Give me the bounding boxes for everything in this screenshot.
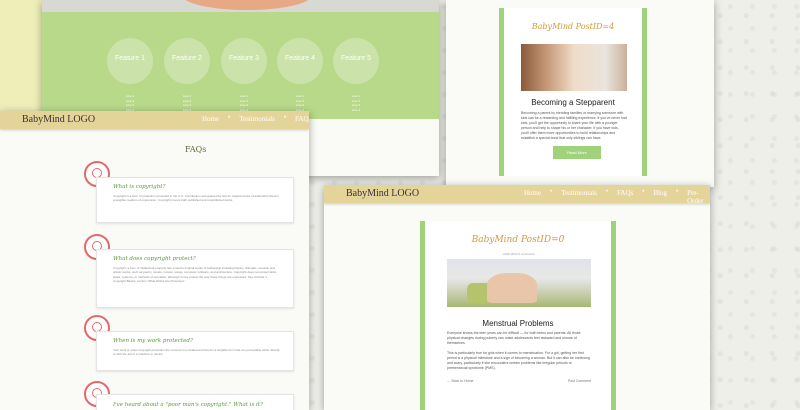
nav-separator: • (283, 115, 287, 121)
nav-blog[interactable]: Blog (653, 189, 667, 205)
feature-circle-2[interactable]: Feature 2 (164, 38, 210, 84)
feature-label: Feature 1 (115, 55, 145, 62)
nav-faqs[interactable]: FAQs (295, 115, 309, 131)
nav-separator: • (675, 189, 679, 195)
faq-card: What does copyright protect? Copyright, … (96, 249, 294, 308)
faq-card: What is copyright? Copyright is a form o… (96, 177, 294, 223)
faq-card: I've heard about a "poor man's copyright… (96, 394, 294, 410)
nav-home[interactable]: Home (524, 189, 541, 205)
feature-circle-5[interactable]: Feature 5 (333, 38, 379, 84)
post-title: BabyMind PostID=0 (471, 235, 565, 245)
nav-menu: Home• Testimonials• FAQs• Blog• Pre-Orde… (202, 115, 309, 131)
post-meta: - 2019-2019 0 comments (501, 252, 535, 256)
post-card: BabyMind PostID=0 - 2019-2019 0 comments… (420, 221, 616, 410)
faq-question: What does copyright protect? (113, 256, 196, 262)
baby-leg (487, 273, 537, 303)
nav-separator: • (550, 189, 553, 195)
nav-testimonials[interactable]: Testimonials (239, 115, 275, 131)
nav-home[interactable]: Home (202, 115, 219, 131)
feature-label: Feature 4 (285, 55, 315, 62)
feature-line: Line 4 (351, 107, 361, 112)
faq-question: What is copyright? (113, 184, 166, 190)
feature-list-4: Line 1 Line 2 Line 3 Line 4 (277, 94, 323, 112)
nav-menu: Home • Testimonials • FAQs • Blog • Pre-Orde… (524, 189, 710, 205)
hero-image (42, 0, 439, 12)
faq-answer: Copyright, a form of intellectual proper… (113, 266, 277, 284)
feature-list-2: Line 1 Line 2 Line 3 Line 4 (164, 94, 210, 112)
article-headline: Menstrual Problems (482, 319, 554, 328)
feature-list-1: Line 1 Line 2 Line 3 Line 4 (107, 94, 153, 112)
navbar: BabyMind LOGO Home • Testimonials • FAQs • … (324, 185, 710, 205)
nav-separator: • (228, 115, 231, 121)
feature-circle-1[interactable]: Feature 1 (107, 38, 153, 84)
feature-circle-3[interactable]: Feature 3 (221, 38, 267, 84)
site-logo[interactable]: BabyMind LOGO (22, 114, 95, 125)
nav-separator: • (642, 189, 645, 195)
nav-faqs[interactable]: FAQs (617, 189, 633, 205)
article-headline: Becoming a Stepparent (531, 98, 615, 107)
faq-card: When is my work protected? Your work is … (96, 331, 294, 371)
navbar: BabyMind LOGO Home• Testimonials• FAQs• … (0, 111, 309, 129)
post4-page-screenshot: BabyMind PostID=4 Becoming a Stepparent … (446, 0, 714, 187)
faq-page-screenshot: BabyMind LOGO Home• Testimonials• FAQs• … (0, 111, 309, 410)
article-body: Becoming a parent by blending families o… (521, 111, 627, 140)
back-to-home-link[interactable]: ← Back to Home (447, 379, 473, 383)
feature-label: Feature 3 (229, 55, 259, 62)
faq-answer: Your work is under copyright protection … (113, 348, 280, 357)
read-more-button[interactable]: Read More (553, 146, 601, 159)
site-logo[interactable]: BabyMind LOGO (346, 188, 419, 199)
article-body: Everyone knows the teen years can be dif… (447, 331, 581, 345)
faq-question: I've heard about a "poor man's copyright… (113, 402, 263, 408)
feature-list-3: Line 1 Line 2 Line 3 Line 4 (221, 94, 267, 112)
nav-testimonials[interactable]: Testimonials (561, 189, 597, 205)
faq-question: When is my work protected? (113, 338, 193, 344)
feature-circle-4[interactable]: Feature 4 (277, 38, 323, 84)
post0-page-screenshot: BabyMind LOGO Home • Testimonials • FAQs • … (324, 185, 710, 410)
features-section: Feature 1 Feature 2 Feature 3 Feature 4 … (42, 12, 439, 119)
nav-separator: • (605, 189, 609, 195)
feature-label: Feature 2 (172, 55, 202, 62)
post-photo (521, 44, 627, 91)
hero-baby-photo (182, 0, 312, 10)
post-card: BabyMind PostID=4 Becoming a Stepparent … (499, 8, 647, 176)
faq-answer: Copyright is a form of protection ground… (113, 194, 279, 203)
post-photo (447, 259, 591, 307)
feature-label: Feature 5 (341, 55, 371, 62)
article-body: This is particularly true for girls when… (447, 351, 590, 370)
feature-list-5: Line 1 Line 2 Line 3 Line 4 (333, 94, 379, 112)
nav-preorder[interactable]: Pre-Order (687, 189, 710, 205)
post-comment-link[interactable]: Post Comment (568, 379, 591, 383)
post-title: BabyMind PostID=4 (531, 22, 615, 31)
faq-heading: FAQs (185, 145, 207, 154)
